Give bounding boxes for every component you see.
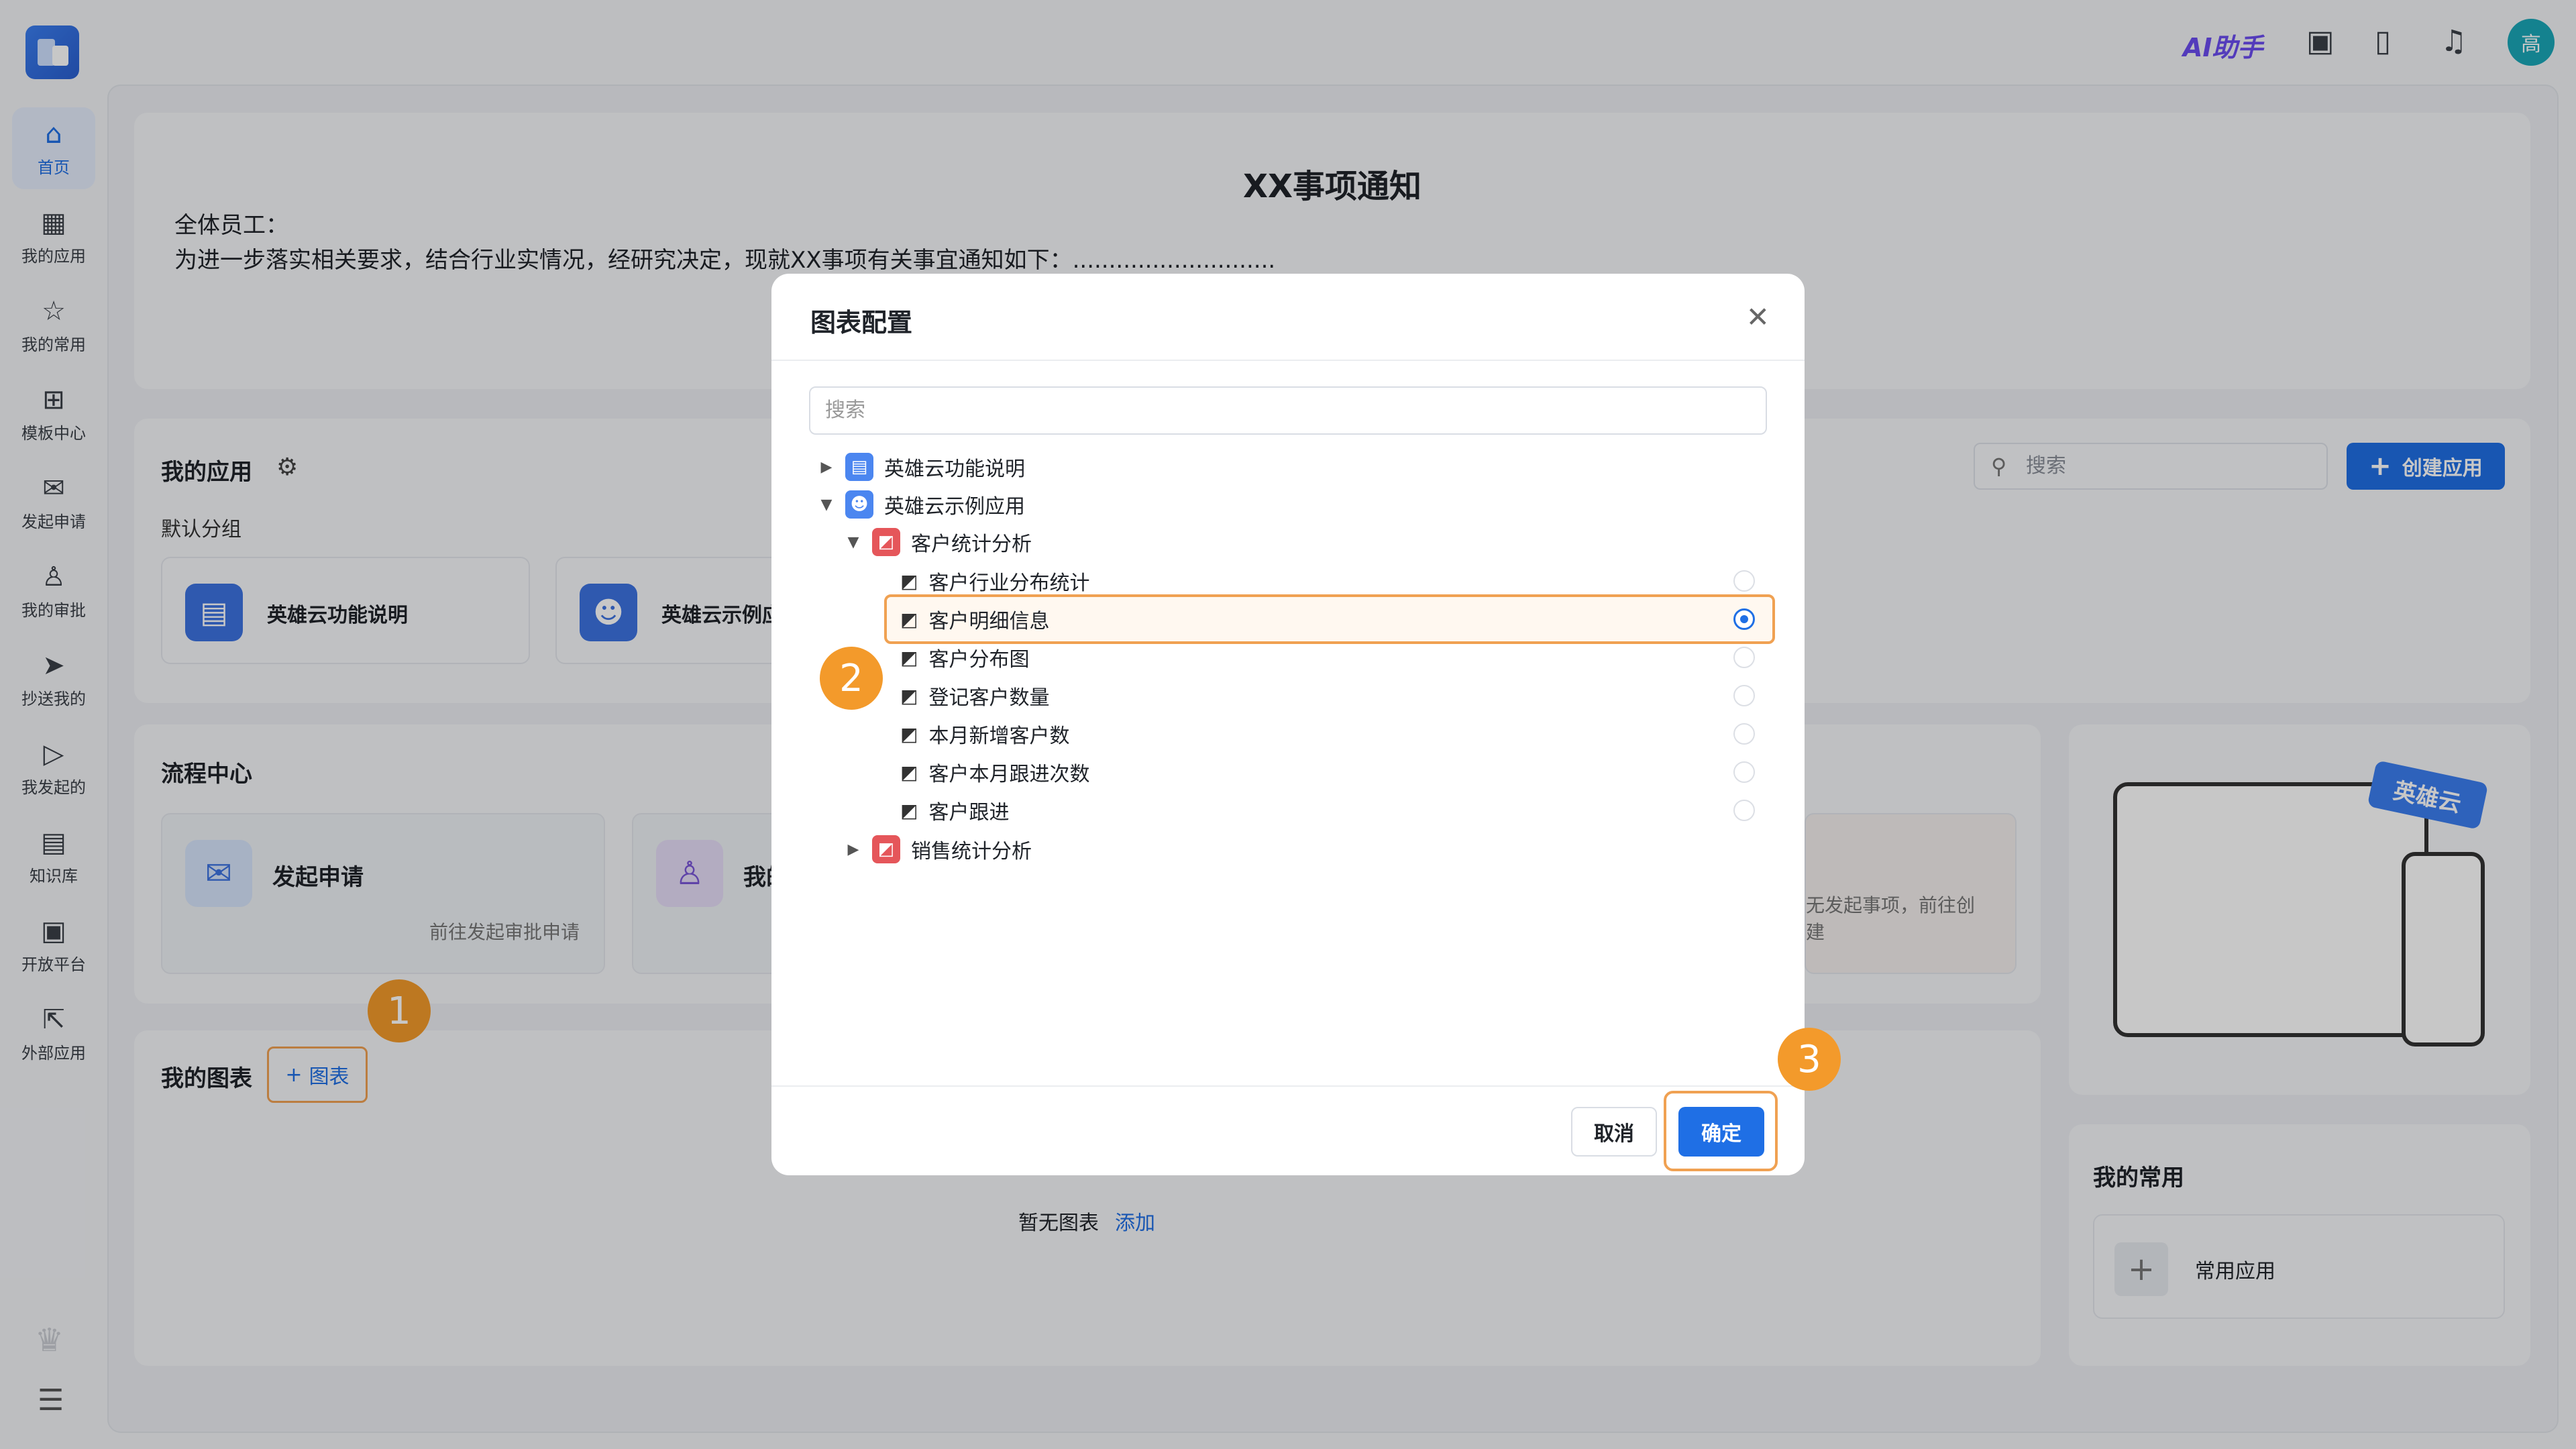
chart-icon: ◩ xyxy=(900,722,918,745)
tree-node-label: 英雄云示例应用 xyxy=(884,495,1025,519)
tree-leaf-label: 客户明细信息 xyxy=(928,610,1050,633)
chart-icon: ◩ xyxy=(900,646,918,669)
chart-config-dialog: 图表配置 ✕ 搜索 ▶ ▤ 英雄云功能说明 ▼ ☻ 英雄云示例应用 ▼ ◩ 客户… xyxy=(771,274,1805,1175)
caret-right-icon[interactable]: ▶ xyxy=(818,459,835,476)
users-icon: ☻ xyxy=(845,490,873,519)
chart-icon: ◩ xyxy=(900,799,918,822)
chart-icon: ◩ xyxy=(900,608,918,631)
chart-icon: ◩ xyxy=(900,684,918,707)
caret-down-icon[interactable]: ▼ xyxy=(818,496,835,513)
tree-node-sales-stats[interactable]: ▶ ◩ 销售统计分析 xyxy=(845,830,1032,868)
tree-leaf-label: 客户分布图 xyxy=(928,648,1030,672)
tree-leaf[interactable]: ◩ 客户行业分布统计 xyxy=(900,562,1089,600)
divider xyxy=(771,1085,1805,1087)
chart-icon: ◩ xyxy=(872,528,900,556)
close-icon[interactable]: ✕ xyxy=(1746,301,1770,333)
tree-leaf-label: 登记客户数量 xyxy=(928,686,1050,710)
tree-leaf[interactable]: ◩ 客户分布图 xyxy=(900,639,1029,676)
tree-leaf-label: 客户跟进 xyxy=(928,801,1010,824)
tree-leaf[interactable]: ◩ 登记客户数量 xyxy=(900,677,1049,714)
tree-leaf[interactable]: ◩ 客户本月跟进次数 xyxy=(900,753,1089,791)
tree-node-features[interactable]: ▶ ▤ 英雄云功能说明 xyxy=(818,448,1025,486)
radio-button[interactable] xyxy=(1733,800,1755,821)
divider xyxy=(771,360,1805,361)
tree-node-customer-stats[interactable]: ▼ ◩ 客户统计分析 xyxy=(845,523,1032,561)
tree-node-label: 销售统计分析 xyxy=(911,840,1032,863)
tree-node-examples[interactable]: ▼ ☻ 英雄云示例应用 xyxy=(818,486,1025,523)
chart-icon: ◩ xyxy=(900,761,918,784)
document-icon: ▤ xyxy=(845,453,873,481)
caret-down-icon[interactable]: ▼ xyxy=(845,534,861,551)
radio-button[interactable] xyxy=(1733,647,1755,668)
caret-right-icon[interactable]: ▶ xyxy=(845,841,861,858)
chart-icon: ◩ xyxy=(872,835,900,863)
step-marker-3: 3 xyxy=(1778,1028,1841,1091)
radio-button[interactable] xyxy=(1733,723,1755,745)
tree-leaf[interactable]: ◩ 客户跟进 xyxy=(900,792,1009,829)
tree-leaf[interactable]: ◩ 客户明细信息 xyxy=(900,600,1049,638)
radio-button[interactable] xyxy=(1733,570,1755,592)
tree-leaf[interactable]: ◩ 本月新增客户数 xyxy=(900,715,1069,753)
radio-button[interactable] xyxy=(1733,761,1755,783)
tree-leaf-label: 客户行业分布统计 xyxy=(928,572,1090,595)
step-marker-2: 2 xyxy=(820,647,883,710)
tree-leaf-label: 本月新增客户数 xyxy=(928,724,1070,748)
confirm-button[interactable]: 确定 xyxy=(1678,1107,1764,1157)
dialog-title: 图表配置 xyxy=(810,308,913,337)
tree-node-label: 英雄云功能说明 xyxy=(884,458,1025,481)
tree-leaf-label: 客户本月跟进次数 xyxy=(928,763,1090,786)
radio-button[interactable] xyxy=(1733,685,1755,706)
dialog-search-input[interactable]: 搜索 xyxy=(809,386,1767,435)
cancel-button[interactable]: 取消 xyxy=(1571,1107,1657,1157)
radio-button-selected[interactable] xyxy=(1733,608,1755,630)
chart-icon: ◩ xyxy=(900,570,918,592)
tree-node-label: 客户统计分析 xyxy=(911,533,1032,556)
